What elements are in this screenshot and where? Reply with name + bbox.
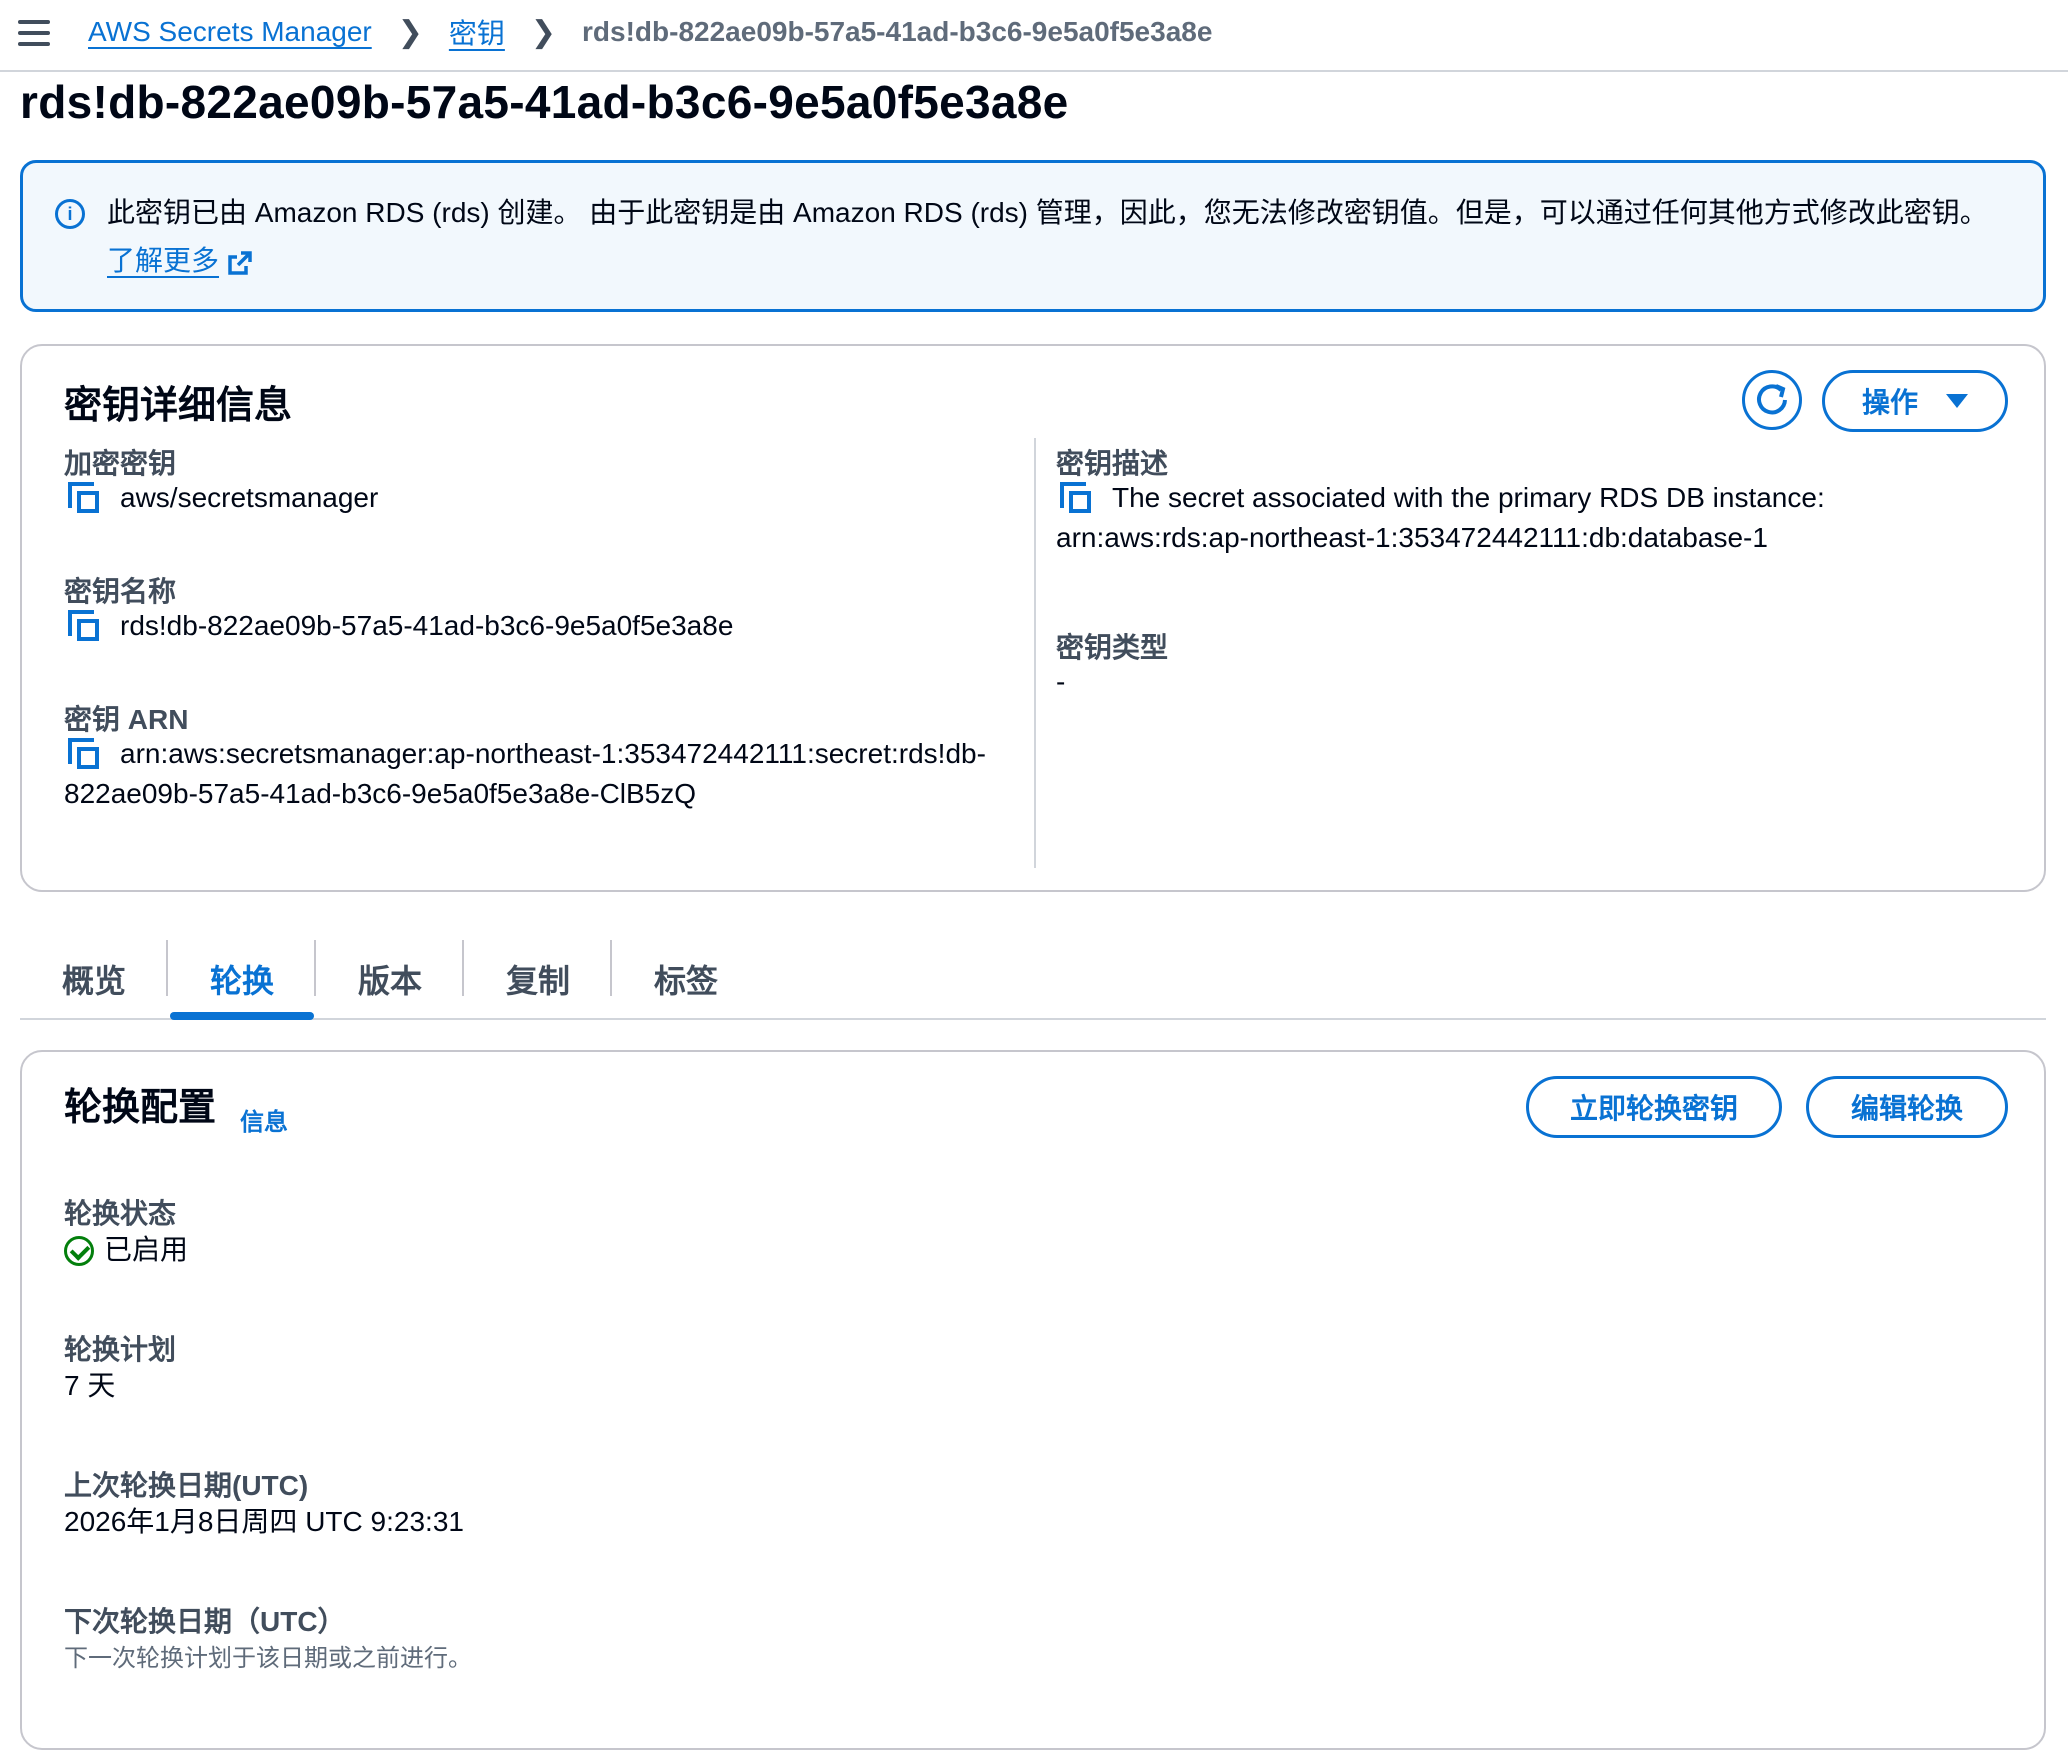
info-icon: i	[55, 199, 85, 229]
info-banner: i 此密钥已由 Amazon RDS (rds) 创建。 由于此密钥是由 Ama…	[20, 160, 2046, 312]
description-value-line2: arn:aws:rds:ap-northeast-1:353472442111:…	[1056, 522, 1768, 553]
rotation-schedule-value: 7 天	[64, 1370, 116, 1401]
banner-message: 此密钥已由 Amazon RDS (rds) 创建。 由于此密钥是由 Amazo…	[107, 197, 1988, 228]
tab-rotation[interactable]: 轮换	[168, 940, 316, 1018]
encryption-key-value: aws/secretsmanager	[120, 482, 379, 513]
secret-name-label: 密钥名称	[64, 576, 177, 607]
tab-tags[interactable]: 标签	[612, 940, 760, 1018]
column-divider	[1034, 438, 1036, 868]
secret-details-title: 密钥详细信息	[64, 385, 293, 427]
encryption-key-label: 加密密钥	[64, 448, 177, 479]
description-label: 密钥描述	[1056, 448, 1169, 479]
rotate-now-button[interactable]: 立即轮换密钥	[1526, 1076, 1782, 1138]
tab-versions[interactable]: 版本	[316, 940, 464, 1018]
next-rotation-description: 下一次轮换计划于该日期或之前进行。	[64, 1645, 472, 1672]
edit-rotation-button[interactable]: 编辑轮换	[1806, 1076, 2008, 1138]
success-check-icon	[64, 1236, 94, 1266]
page-title: rds!db-822ae09b-57a5-41ad-b3c6-9e5a0f5e3…	[20, 76, 1069, 128]
secret-arn-label: 密钥 ARN	[64, 704, 189, 735]
learn-more-label: 了解更多	[107, 245, 220, 276]
secret-name-value: rds!db-822ae09b-57a5-41ad-b3c6-9e5a0f5e3…	[120, 610, 734, 641]
external-link-icon	[228, 250, 252, 275]
tab-overview[interactable]: 概览	[20, 940, 168, 1018]
info-link[interactable]: 信息	[240, 1102, 288, 1137]
copy-icon[interactable]	[1060, 482, 1094, 516]
rotation-status-value: 已启用	[104, 1234, 189, 1265]
menu-icon[interactable]	[18, 20, 50, 46]
breadcrumb-current: rds!db-822ae09b-57a5-41ad-b3c6-9e5a0f5e3…	[582, 16, 1213, 47]
breadcrumb-secrets[interactable]: 密钥	[449, 12, 505, 52]
copy-icon[interactable]	[68, 610, 102, 644]
rotation-schedule-label: 轮换计划	[64, 1334, 177, 1365]
refresh-button[interactable]	[1742, 370, 1802, 430]
next-rotation-label: 下次轮换日期（UTC）	[64, 1606, 346, 1637]
secret-type-value: -	[1056, 666, 1066, 697]
breadcrumb: AWS Secrets Manager ❯ 密钥 ❯ rds!db-822ae0…	[88, 12, 1212, 52]
chevron-right-icon: ❯	[397, 15, 423, 49]
rotation-configuration-title: 轮换配置	[64, 1087, 217, 1129]
rotation-status-label: 轮换状态	[64, 1198, 177, 1229]
last-rotated-label: 上次轮换日期(UTC)	[64, 1470, 309, 1501]
secret-arn-value-line1: arn:aws:secretsmanager:ap-northeast-1:35…	[120, 738, 986, 769]
actions-dropdown-button[interactable]: 操作	[1822, 370, 2008, 432]
refresh-icon	[1757, 384, 1787, 415]
breadcrumb-secrets-manager[interactable]: AWS Secrets Manager	[88, 16, 372, 48]
copy-icon[interactable]	[68, 738, 102, 772]
top-navigation-bar: AWS Secrets Manager ❯ 密钥 ❯ rds!db-822ae0…	[0, 0, 2068, 72]
secret-type-label: 密钥类型	[1056, 632, 1169, 663]
description-value-line1: The secret associated with the primary R…	[1112, 482, 1825, 513]
tab-baseline	[20, 1018, 2046, 1020]
tab-list: 概览 轮换 版本 复制 标签	[20, 940, 2046, 1020]
chevron-right-icon: ❯	[530, 15, 557, 49]
tab-replication[interactable]: 复制	[464, 940, 612, 1018]
rotation-configuration-container: 轮换配置 信息 立即轮换密钥 编辑轮换 轮换状态 已启用 轮换计划 7 天 上次…	[20, 1050, 2046, 1750]
secret-details-container: 密钥详细信息 操作 加密密钥 aws/secretsmanager 密钥名称 r…	[20, 344, 2046, 892]
last-rotated-value: 2026年1月8日周四 UTC 9:23:31	[64, 1506, 464, 1537]
secret-arn-value-line2: 822ae09b-57a5-41ad-b3c6-9e5a0f5e3a8e-ClB…	[64, 778, 697, 809]
actions-label: 操作	[1861, 387, 1918, 418]
learn-more-link[interactable]: 了解更多	[107, 241, 253, 281]
copy-icon[interactable]	[68, 482, 102, 516]
active-tab-indicator	[170, 1012, 314, 1020]
caret-down-icon	[1946, 394, 1968, 408]
